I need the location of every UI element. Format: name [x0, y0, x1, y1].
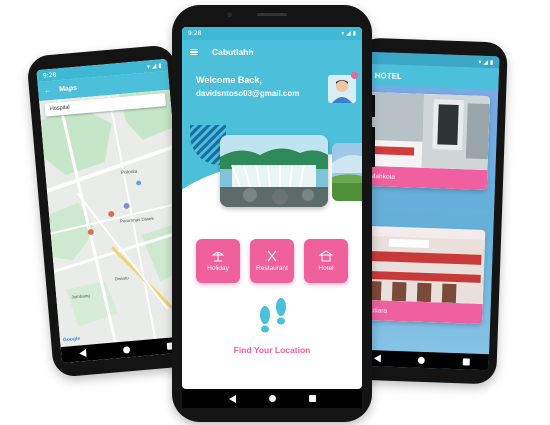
carousel-image-next[interactable]: [332, 143, 362, 201]
holiday-button[interactable]: Holiday: [196, 239, 240, 283]
avatar[interactable]: [328, 75, 356, 103]
app-title: Cabutlahh: [212, 47, 254, 57]
home-screen: 9:28 ▾ ◢ ▮ Cabutlahh Welcome Back, david…: [182, 27, 362, 389]
hotel-room-image: [361, 91, 491, 171]
mockup-stage: 9:28 ▾ ◢ ▮ ← Maps Polonia Perumnas Diwek…: [0, 0, 550, 425]
user-email: davidsntoso03@gmail.com: [196, 89, 300, 98]
status-icons: ▾ ◢ ▮: [341, 30, 356, 37]
welcome-text: Welcome Back,: [196, 75, 262, 85]
holiday-icon: [211, 252, 225, 262]
home-icon[interactable]: [122, 345, 131, 354]
hotel-screen: ▾ ◢ ▮ HOTEL el Mahkota el Mutiara: [354, 51, 500, 371]
recent-apps-icon[interactable]: [462, 357, 471, 366]
notification-dot: [351, 72, 358, 79]
carousel-image-waterfall[interactable]: [220, 135, 328, 207]
system-nav-bar: [354, 349, 490, 371]
status-bar: 9:28 ▾ ◢ ▮: [182, 27, 362, 40]
hotel-title: HOTEL: [374, 70, 402, 81]
system-nav-bar: [182, 389, 362, 408]
front-camera: [227, 12, 232, 17]
hotel-photo: [361, 91, 491, 171]
back-icon[interactable]: [228, 394, 236, 403]
hotel-card[interactable]: el Mahkota: [360, 91, 491, 191]
power-button: [372, 95, 375, 117]
status-time: 9:28: [42, 71, 57, 80]
home-icon[interactable]: [418, 356, 426, 364]
hotel-button[interactable]: Hotel: [304, 239, 348, 283]
menu-icon[interactable]: [190, 49, 198, 55]
footprints-icon[interactable]: [255, 295, 293, 337]
restaurant-button[interactable]: Restaurant: [250, 239, 294, 283]
home-phone: 9:28 ▾ ◢ ▮ Cabutlahh Welcome Back, david…: [172, 5, 375, 422]
hotel-photo: [356, 225, 486, 305]
home-app-bar: Cabutlahh: [182, 40, 362, 64]
volume-button: [372, 127, 375, 167]
map-view[interactable]: Polonia Perumnas Diwek Jombang Dwiatu Go…: [39, 89, 192, 348]
user-avatar-icon: [328, 75, 356, 103]
landscape-image: [332, 143, 362, 201]
map-tiles[interactable]: Polonia Perumnas Diwek Jombang Dwiatu Go…: [39, 89, 192, 348]
maps-screen: 9:28 ▾ ◢ ▮ ← Maps Polonia Perumnas Diwek…: [36, 58, 193, 364]
status-time: 9:28: [188, 30, 202, 37]
category-label: Holiday: [207, 265, 229, 272]
category-row: Holiday Restaurant Hotel: [196, 239, 348, 283]
back-icon[interactable]: [79, 348, 87, 358]
hotel-icon: [319, 250, 333, 262]
find-location-button[interactable]: Find Your Location: [182, 345, 362, 355]
status-icons: ▾ ◢ ▮: [146, 61, 162, 71]
restaurant-icon: [267, 250, 277, 262]
back-arrow-icon[interactable]: ←: [44, 87, 52, 95]
category-label: Restaurant: [256, 265, 288, 272]
recent-apps-icon[interactable]: [308, 395, 316, 402]
status-icons: ▾ ◢ ▮: [478, 58, 494, 66]
hotel-list[interactable]: el Mahkota el Mutiara: [355, 85, 499, 355]
maps-title: Maps: [58, 84, 78, 94]
back-icon[interactable]: [373, 354, 381, 363]
waterfall-image: [220, 135, 328, 207]
earpiece: [257, 13, 287, 16]
hotel-building-image: [356, 225, 486, 305]
home-icon[interactable]: [268, 395, 276, 402]
hotel-card[interactable]: el Mutiara: [356, 225, 486, 324]
category-label: Hotel: [318, 265, 334, 272]
